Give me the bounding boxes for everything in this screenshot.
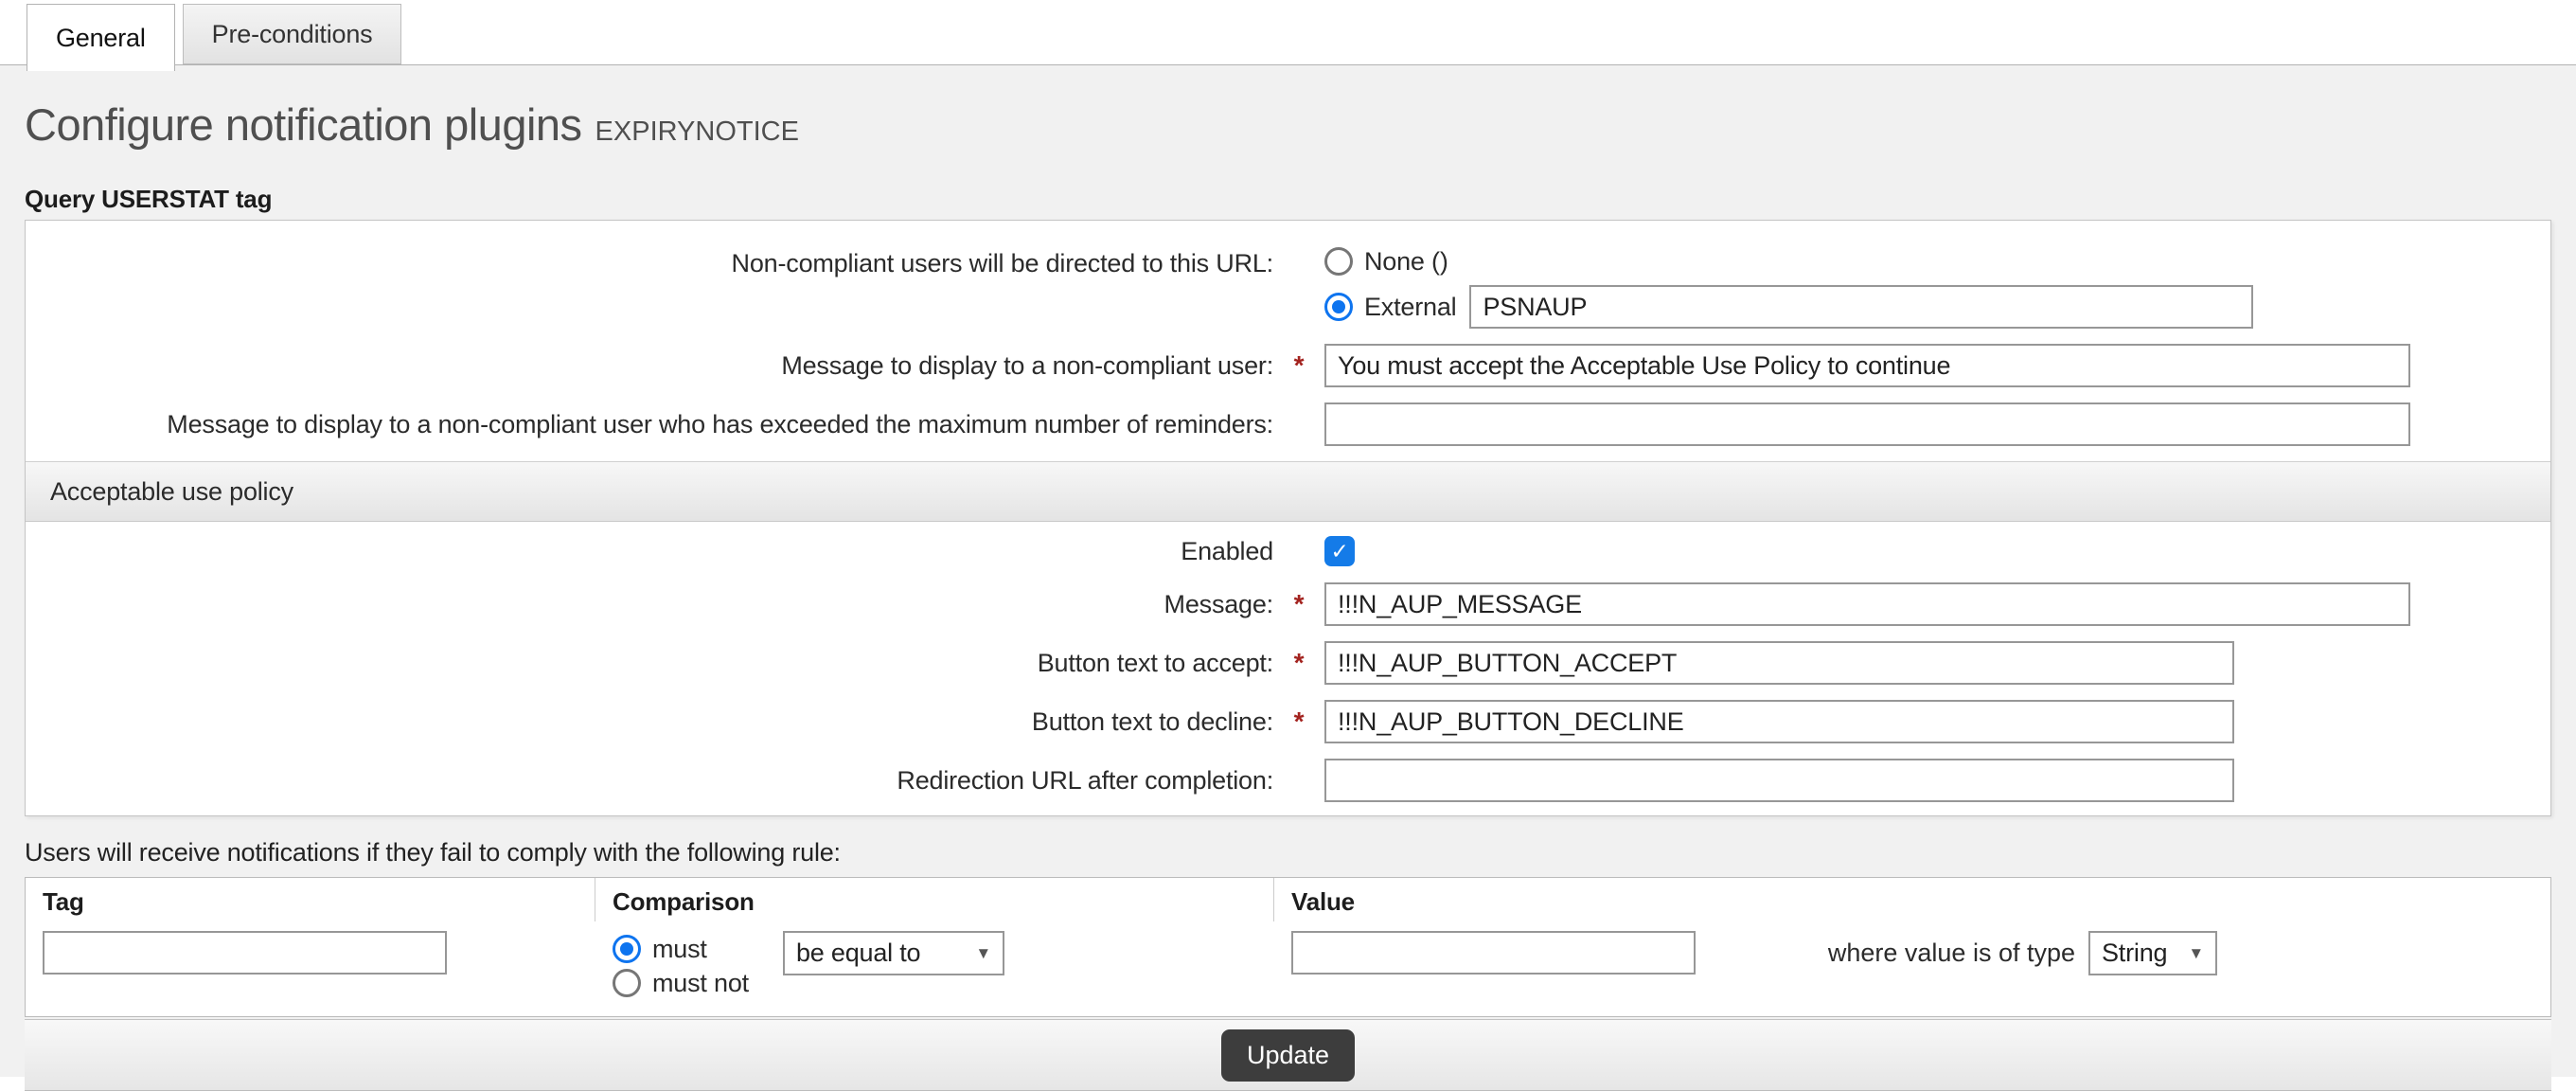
- radio-must-not[interactable]: [613, 969, 641, 997]
- radio-none-label: None (): [1364, 247, 1448, 277]
- required-marker: *: [1273, 349, 1324, 382]
- settings-panel: Non-compliant users will be directed to …: [25, 220, 2551, 816]
- tag-cell: [26, 921, 595, 1016]
- tab-general-label: General: [56, 24, 146, 53]
- check-icon: ✓: [1330, 539, 1348, 564]
- value-input[interactable]: [1291, 931, 1696, 975]
- value-cell: where value is of type String ▼: [1274, 921, 2550, 1016]
- aup-message-input[interactable]: [1324, 582, 2410, 626]
- aup-message-row: Message: *: [26, 582, 2550, 626]
- action-bar: Update: [25, 1019, 2551, 1091]
- redirect-url-label: Redirection URL after completion:: [26, 764, 1273, 796]
- radio-must[interactable]: [613, 935, 641, 963]
- rule-table-header: Tag Comparison Value: [26, 878, 2550, 921]
- noncompliant-message-label: Message to display to a non-compliant us…: [26, 349, 1273, 382]
- comparison-radio-group: must must not: [613, 933, 749, 999]
- decline-text-row: Button text to decline: *: [26, 700, 2550, 743]
- operator-select[interactable]: be equal to ▼: [783, 931, 1004, 975]
- operator-select-value: be equal to: [796, 939, 920, 968]
- rule-table: Tag Comparison Value must: [25, 877, 2551, 1017]
- section-heading-query-userstat: Query USERSTAT tag: [25, 184, 2551, 214]
- url-radio-group: None () External: [1324, 240, 2253, 329]
- radio-external-label: External: [1364, 293, 1456, 322]
- page-title-text: Configure notification plugins: [25, 99, 582, 150]
- tab-preconditions[interactable]: Pre-conditions: [183, 4, 402, 64]
- enabled-label: Enabled: [26, 535, 1273, 567]
- comparison-option-must[interactable]: must: [613, 933, 749, 965]
- column-header-comparison: Comparison: [595, 878, 1274, 921]
- chevron-down-icon: ▼: [2188, 944, 2204, 963]
- comparison-cell: must must not be equal to ▼: [595, 921, 1274, 1016]
- tab-preconditions-label: Pre-conditions: [212, 20, 373, 49]
- rule-intro: Users will receive notifications if they…: [25, 837, 2551, 867]
- value-type-select[interactable]: String ▼: [2088, 931, 2217, 975]
- accept-text-label: Button text to accept:: [26, 647, 1273, 679]
- reminders-message-label: Message to display to a non-compliant us…: [26, 408, 1273, 440]
- external-url-input[interactable]: [1469, 285, 2253, 329]
- chevron-down-icon: ▼: [975, 944, 991, 963]
- value-type-group: where value is of type String ▼: [1828, 931, 2217, 975]
- url-option-external[interactable]: External: [1324, 285, 2253, 329]
- column-header-value: Value: [1274, 878, 2550, 921]
- page-root: General Pre-conditions Configure notific…: [0, 0, 2576, 1077]
- redirect-url-input[interactable]: [1324, 759, 2234, 802]
- decline-text-label: Button text to decline:: [26, 706, 1273, 738]
- required-marker: *: [1273, 647, 1324, 679]
- aup-section-heading: Acceptable use policy: [26, 461, 2550, 522]
- page-title-suffix: EXPIRYNOTICE: [595, 116, 799, 147]
- comparison-option-must-not[interactable]: must not: [613, 967, 749, 999]
- enabled-row: Enabled ✓: [26, 535, 2550, 567]
- redirect-url-row: Redirection URL after completion:: [26, 759, 2550, 802]
- enabled-checkbox[interactable]: ✓: [1324, 536, 1355, 566]
- tab-bar: General Pre-conditions: [0, 0, 2576, 65]
- url-option-none[interactable]: None (): [1324, 240, 2253, 283]
- column-header-tag: Tag: [26, 878, 595, 921]
- url-row: Non-compliant users will be directed to …: [26, 240, 2550, 329]
- accept-text-row: Button text to accept: *: [26, 641, 2550, 685]
- decline-text-input[interactable]: [1324, 700, 2234, 743]
- radio-external[interactable]: [1324, 293, 1353, 321]
- tag-input[interactable]: [43, 931, 447, 975]
- radio-must-not-label: must not: [652, 969, 749, 998]
- radio-none[interactable]: [1324, 247, 1353, 276]
- required-marker: *: [1273, 588, 1324, 620]
- reminders-message-input[interactable]: [1324, 402, 2410, 446]
- tab-general[interactable]: General: [27, 4, 175, 71]
- url-row-label: Non-compliant users will be directed to …: [26, 240, 1273, 279]
- value-type-label: where value is of type: [1828, 939, 2075, 968]
- value-type-select-value: String: [2102, 939, 2167, 968]
- update-button[interactable]: Update: [1221, 1029, 1355, 1082]
- noncompliant-message-input[interactable]: [1324, 344, 2410, 387]
- accept-text-input[interactable]: [1324, 641, 2234, 685]
- aup-message-label: Message:: [26, 588, 1273, 620]
- reminders-message-row: Message to display to a non-compliant us…: [26, 402, 2550, 446]
- content-area: Configure notification plugins EXPIRYNOTI…: [0, 65, 2576, 1077]
- rule-table-body: must must not be equal to ▼: [26, 921, 2550, 1016]
- page-title: Configure notification plugins EXPIRYNOTI…: [25, 98, 2551, 159]
- required-marker: *: [1273, 706, 1324, 738]
- noncompliant-message-row: Message to display to a non-compliant us…: [26, 344, 2550, 387]
- radio-must-label: must: [652, 935, 707, 964]
